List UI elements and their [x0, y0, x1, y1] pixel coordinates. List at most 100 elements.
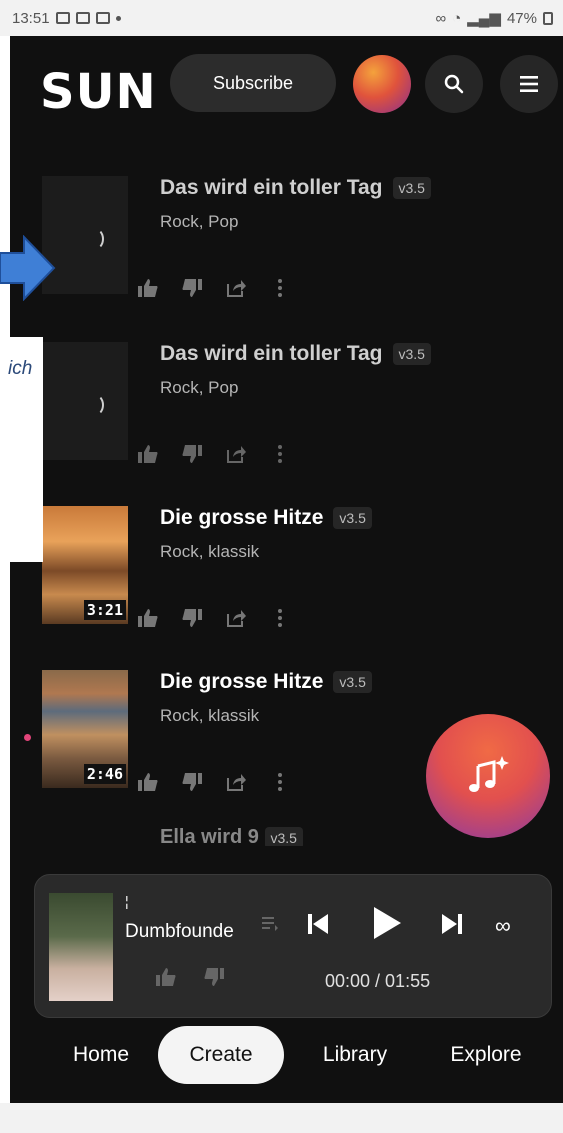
- song-title-row[interactable]: Das wird ein toller Tag v3.5: [160, 342, 431, 366]
- player-dislike-button[interactable]: [203, 967, 225, 992]
- song-thumbnail[interactable]: [42, 342, 128, 460]
- notification-dot-icon: [115, 15, 121, 21]
- loading-spinner-icon: [86, 228, 104, 250]
- avatar[interactable]: [353, 55, 411, 113]
- nav-library[interactable]: Library: [300, 1026, 410, 1084]
- search-button[interactable]: [425, 55, 483, 113]
- now-playing-title[interactable]: Dumbfounde: [125, 921, 251, 943]
- song-item[interactable]: 3:21 Die grosse Hitze v3.5 Rock, klassik: [10, 506, 563, 666]
- gallery-icon: [55, 12, 70, 24]
- hamburger-icon: [520, 76, 538, 92]
- song-actions: [136, 770, 292, 794]
- share-button[interactable]: [224, 442, 248, 466]
- thumbs-down-icon: [182, 279, 202, 297]
- nav-home[interactable]: Home: [56, 1026, 146, 1084]
- like-button[interactable]: [136, 606, 160, 630]
- song-thumbnail[interactable]: 2:46: [42, 670, 128, 788]
- skip-previous-icon: [308, 914, 328, 934]
- like-button[interactable]: [136, 276, 160, 300]
- battery-icon: [543, 11, 553, 25]
- create-song-fab[interactable]: [426, 714, 550, 838]
- share-button[interactable]: [224, 606, 248, 630]
- duration-label: 3:21: [83, 600, 126, 620]
- nav-create[interactable]: Create: [158, 1026, 284, 1084]
- annotation-arrow-icon: [0, 235, 56, 301]
- song-title: Das wird ein toller Tag: [160, 176, 383, 199]
- dislike-button[interactable]: [180, 442, 204, 466]
- share-button[interactable]: [224, 770, 248, 794]
- player-mark: ¦: [125, 893, 129, 909]
- now-playing-cover[interactable]: [49, 893, 113, 1001]
- share-icon: [227, 774, 246, 791]
- thumbs-up-icon: [138, 773, 158, 791]
- song-genre: Rock, klassik: [160, 542, 260, 561]
- version-badge: v3.5: [264, 827, 303, 846]
- song-title-row[interactable]: Das wird ein toller Tag v3.5: [160, 176, 431, 200]
- play-button[interactable]: [371, 905, 403, 941]
- song-title: Die grosse Hitze: [160, 506, 324, 529]
- thumbs-up-icon: [156, 968, 176, 986]
- menu-button[interactable]: [500, 55, 558, 113]
- thumbs-down-icon: [204, 968, 224, 986]
- thumbs-down-icon: [182, 773, 202, 791]
- thumbs-down-icon: [182, 609, 202, 627]
- more-vertical-icon: [278, 773, 282, 791]
- like-button[interactable]: [136, 442, 160, 466]
- battery-level: 47%: [506, 9, 537, 27]
- song-actions: [136, 276, 292, 300]
- music-sparkle-icon: [469, 756, 509, 792]
- thumbs-up-icon: [138, 445, 158, 463]
- app-logo[interactable]: SUN: [40, 64, 157, 120]
- playback-time: 00:00 / 01:55: [325, 971, 431, 991]
- song-item[interactable]: Das wird ein toller Tag v3.5 Rock, Pop: [10, 342, 563, 502]
- version-badge: v3.5: [333, 671, 372, 693]
- version-badge: v3.5: [333, 507, 372, 529]
- song-item[interactable]: Das wird ein toller Tag v3.5 Rock, Pop: [10, 176, 563, 336]
- wifi-icon: ◔: [452, 9, 462, 27]
- dislike-button[interactable]: [180, 770, 204, 794]
- loop-button[interactable]: ∞: [495, 913, 511, 939]
- infinity-icon: ∞: [495, 913, 511, 938]
- song-title-row[interactable]: Die grosse Hitze v3.5: [160, 506, 372, 530]
- signal-icon: ▂▄▆: [467, 10, 501, 27]
- next-button[interactable]: [439, 911, 465, 937]
- song-title-row[interactable]: Die grosse Hitze v3.5: [160, 670, 372, 694]
- previous-button[interactable]: [305, 911, 331, 937]
- version-badge: v3.5: [392, 177, 431, 199]
- song-thumbnail[interactable]: 3:21: [42, 506, 128, 624]
- bottom-nav: Home Create Library Explore: [10, 1026, 563, 1086]
- dislike-button[interactable]: [180, 276, 204, 300]
- status-bar: 13:51 ∞ ◔ ▂▄▆ 47%: [0, 0, 563, 36]
- share-icon: [227, 610, 246, 627]
- queue-button[interactable]: [261, 915, 279, 936]
- play-icon: [374, 907, 401, 939]
- bag-icon: [95, 12, 110, 24]
- dislike-button[interactable]: [180, 606, 204, 630]
- more-button[interactable]: [268, 442, 292, 466]
- loading-spinner-icon: [86, 394, 104, 416]
- queue-icon: [262, 917, 278, 931]
- share-icon: [227, 280, 246, 297]
- more-button[interactable]: [268, 770, 292, 794]
- duration-label: 2:46: [83, 764, 126, 784]
- like-button[interactable]: [136, 770, 160, 794]
- thumbs-up-icon: [138, 609, 158, 627]
- nav-explore[interactable]: Explore: [426, 1026, 546, 1084]
- thumbs-up-icon: [138, 279, 158, 297]
- status-time: 13:51: [12, 9, 50, 27]
- player-like-button[interactable]: [155, 967, 177, 992]
- song-genre: Rock, klassik: [160, 706, 260, 725]
- share-button[interactable]: [224, 276, 248, 300]
- more-button[interactable]: [268, 606, 292, 630]
- song-title: Das wird ein toller Tag: [160, 342, 383, 365]
- more-vertical-icon: [278, 445, 282, 463]
- more-button[interactable]: [268, 276, 292, 300]
- version-badge: v3.5: [392, 343, 431, 365]
- song-title: Die grosse Hitze: [160, 670, 324, 693]
- search-icon: [444, 74, 464, 94]
- subscribe-button[interactable]: Subscribe: [170, 54, 336, 112]
- share-icon: [227, 446, 246, 463]
- mini-player[interactable]: ¦ Dumbfounde ∞ 00:00 / 01:55: [34, 874, 552, 1018]
- thumbs-down-icon: [182, 445, 202, 463]
- annotation-text: ich: [8, 358, 33, 379]
